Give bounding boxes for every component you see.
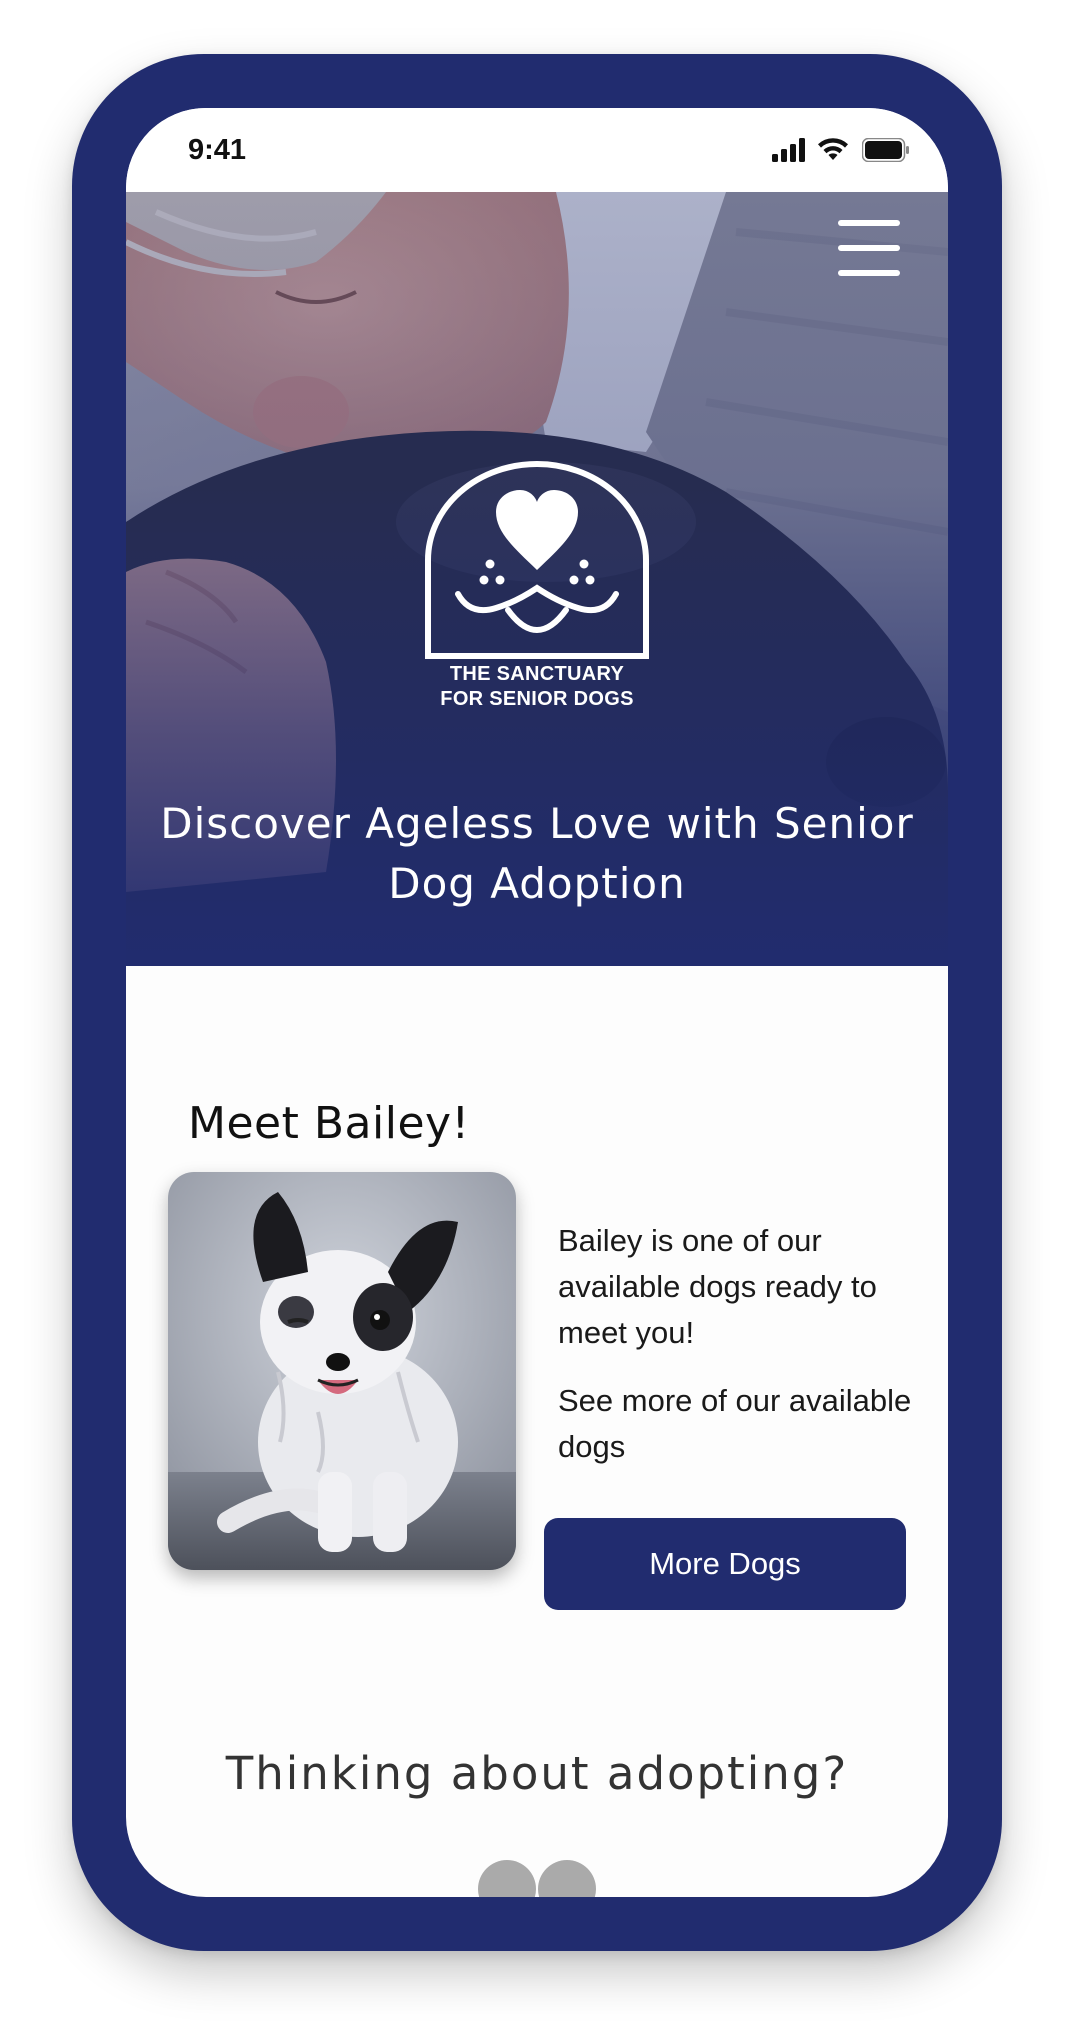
more-dogs-button[interactable]: More Dogs <box>544 1518 906 1610</box>
hamburger-menu-icon[interactable] <box>838 220 900 276</box>
phone-frame: 9:41 THE SANCTUARY FOR SENIOR DOGS Disco… <box>72 54 1002 1951</box>
adopt-heading: Thinking about adopting? <box>225 1747 849 1800</box>
logo-text-line2: FOR SENIOR DOGS <box>440 688 634 710</box>
hero-banner: THE SANCTUARY FOR SENIOR DOGS Discover A… <box>126 192 948 966</box>
battery-icon <box>861 137 910 166</box>
wifi-icon <box>816 136 850 166</box>
status-bar: 9:41 <box>126 108 948 192</box>
meet-heading: Meet Bailey! <box>188 1098 470 1149</box>
adopt-circle-right <box>538 1860 596 1897</box>
dog-face-heart-logo <box>425 461 649 659</box>
phone-screen: 9:41 THE SANCTUARY FOR SENIOR DOGS Disco… <box>126 108 948 1897</box>
sanctuary-logo: THE SANCTUARY FOR SENIOR DOGS <box>424 460 650 730</box>
logo-text-line1: THE SANCTUARY <box>449 663 625 685</box>
status-time: 9:41 <box>188 134 247 166</box>
hero-title: Discover Ageless Love with Senior Dog Ad… <box>160 799 914 908</box>
meet-description: Bailey is one of our available dogs read… <box>558 1223 877 1350</box>
meet-text: Bailey is one of our available dogs read… <box>558 1218 918 1492</box>
adopt-circle-left <box>478 1860 536 1897</box>
signal-icon <box>772 138 806 166</box>
meet-see-more: See more of our available dogs <box>558 1383 912 1464</box>
logo-text: THE SANCTUARY FOR SENIOR DOGS <box>424 662 650 712</box>
bailey-photo[interactable] <box>168 1172 516 1570</box>
